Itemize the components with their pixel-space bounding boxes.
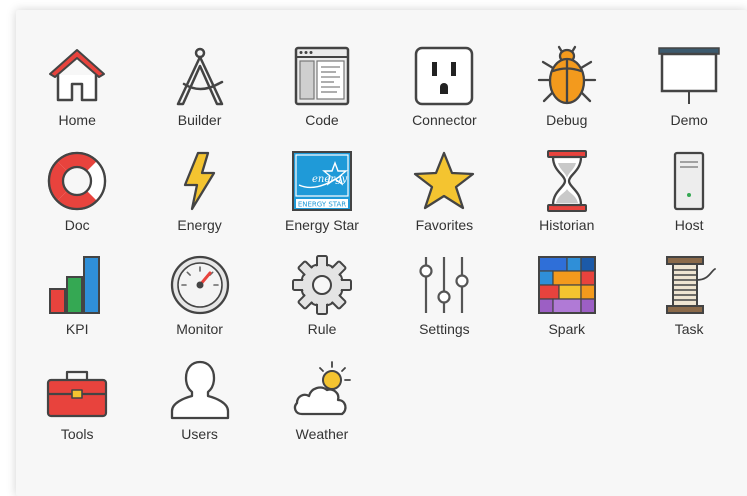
app-tile-energy[interactable]: Energy <box>138 149 260 254</box>
app-label: Users <box>181 425 218 442</box>
hourglass-icon <box>535 149 599 213</box>
energy-star-logo-icon: energy ENERGY STAR <box>290 149 354 213</box>
app-label: Weather <box>295 425 349 442</box>
app-label: Spark <box>548 321 586 338</box>
app-label: Rule <box>307 321 337 338</box>
app-label: Settings <box>419 321 470 338</box>
server-tower-icon <box>657 149 721 213</box>
app-label: Debug <box>546 112 588 128</box>
app-label: Energy Star <box>285 216 359 233</box>
sun-cloud-icon <box>290 358 354 422</box>
app-label: KPI <box>65 321 89 338</box>
star-icon <box>412 149 476 213</box>
app-label: Monitor <box>176 321 223 338</box>
app-tile-doc[interactable]: Doc <box>16 149 138 254</box>
app-label: Home <box>58 112 96 128</box>
app-label: Energy <box>177 216 222 233</box>
home-icon <box>45 44 109 108</box>
colored-blocks-icon <box>535 253 599 317</box>
app-label: Code <box>305 112 339 128</box>
app-label: Connector <box>412 112 477 128</box>
app-label: Task <box>674 321 704 338</box>
app-label: Demo <box>670 112 708 128</box>
app-label: Historian <box>539 216 595 233</box>
app-tile-weather[interactable]: Weather <box>261 358 383 463</box>
app-tile-monitor[interactable]: Monitor <box>138 253 260 358</box>
app-tile-task[interactable]: Task <box>628 253 747 358</box>
app-tile-kpi[interactable]: KPI <box>16 253 138 358</box>
bug-icon <box>535 44 599 108</box>
compass-icon <box>168 44 232 108</box>
app-label: Favorites <box>415 216 474 233</box>
app-tile-rule[interactable]: Rule <box>261 253 383 358</box>
app-label: Host <box>674 216 704 233</box>
app-tile-code[interactable]: Code <box>261 44 383 149</box>
app-tile-historian[interactable]: Historian <box>506 149 628 254</box>
toolbox-icon <box>45 358 109 422</box>
app-grid: Home Builder Code Connector Debug Demo D… <box>16 44 747 462</box>
thread-spool-icon <box>657 253 721 317</box>
app-tile-tools[interactable]: Tools <box>16 358 138 463</box>
app-tile-users[interactable]: Users <box>138 358 260 463</box>
projector-screen-icon <box>657 44 721 108</box>
lifebuoy-icon <box>45 149 109 213</box>
app-tile-debug[interactable]: Debug <box>506 44 628 149</box>
app-tile-builder[interactable]: Builder <box>138 44 260 149</box>
app-tile-host[interactable]: Host <box>628 149 747 254</box>
energy-star-logo-text: ENERGY STAR <box>298 200 346 208</box>
power-outlet-icon <box>412 44 476 108</box>
app-label: Doc <box>64 216 90 233</box>
app-tile-home[interactable]: Home <box>16 44 138 149</box>
app-label: Builder <box>177 112 222 128</box>
app-tile-favorites[interactable]: Favorites <box>383 149 505 254</box>
app-launcher-panel: Home Builder Code Connector Debug Demo D… <box>16 10 747 496</box>
app-tile-settings[interactable]: Settings <box>383 253 505 358</box>
sliders-icon <box>412 253 476 317</box>
bar-chart-icon <box>45 253 109 317</box>
lightning-bolt-icon <box>168 149 232 213</box>
app-tile-connector[interactable]: Connector <box>383 44 505 149</box>
app-tile-spark[interactable]: Spark <box>506 253 628 358</box>
code-window-icon <box>290 44 354 108</box>
gear-icon <box>290 253 354 317</box>
user-silhouette-icon <box>168 358 232 422</box>
app-label: Tools <box>60 425 94 442</box>
app-tile-demo[interactable]: Demo <box>628 44 747 149</box>
gauge-icon <box>168 253 232 317</box>
app-tile-energy-star[interactable]: energy ENERGY STAR Energy Star <box>261 149 383 254</box>
